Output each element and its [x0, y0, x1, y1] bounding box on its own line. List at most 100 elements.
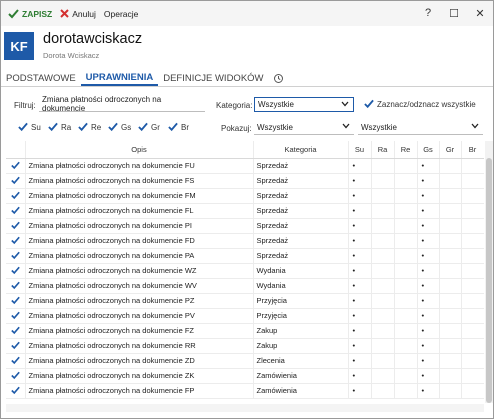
- table-row[interactable]: Zmiana płatności odroczonych na dokumenc…: [6, 368, 484, 384]
- cell-su[interactable]: •: [348, 368, 372, 384]
- row-checkbox[interactable]: [6, 263, 26, 279]
- cell-su[interactable]: •: [348, 203, 372, 219]
- table-row[interactable]: Zmiana płatności odroczonych na dokumenc…: [6, 188, 484, 204]
- cell-re[interactable]: [394, 278, 418, 294]
- cell-re[interactable]: [394, 308, 418, 324]
- row-checkbox[interactable]: [6, 158, 26, 174]
- cell-ra[interactable]: [371, 278, 395, 294]
- cell-su[interactable]: •: [348, 338, 372, 354]
- cell-gs[interactable]: •: [417, 248, 440, 264]
- history-icon[interactable]: [271, 70, 287, 86]
- cell-re[interactable]: [394, 248, 418, 264]
- cell-gr[interactable]: [439, 368, 462, 384]
- scroll-thumb[interactable]: [486, 158, 492, 403]
- cell-br[interactable]: [461, 248, 484, 264]
- table-row[interactable]: Zmiana płatności odroczonych na dokumenc…: [6, 278, 484, 294]
- cell-gs[interactable]: •: [417, 293, 440, 309]
- cell-re[interactable]: [394, 218, 418, 234]
- cell-gr[interactable]: [439, 218, 462, 234]
- row-checkbox[interactable]: [6, 218, 26, 234]
- row-checkbox[interactable]: [6, 323, 26, 339]
- column-header-gs[interactable]: Gs: [417, 141, 440, 159]
- table-row[interactable]: Zmiana płatności odroczonych na dokumenc…: [6, 263, 484, 279]
- column-header-re[interactable]: Re: [394, 141, 418, 159]
- cell-su[interactable]: •: [348, 308, 372, 324]
- cell-gr[interactable]: [439, 203, 462, 219]
- cell-su[interactable]: •: [348, 263, 372, 279]
- category-select[interactable]: Wszystkie: [254, 97, 354, 112]
- cell-re[interactable]: [394, 323, 418, 339]
- table-row[interactable]: Zmiana płatności odroczonych na dokumenc…: [6, 338, 484, 354]
- cell-re[interactable]: [394, 233, 418, 249]
- cell-ra[interactable]: [371, 308, 395, 324]
- cell-br[interactable]: [461, 203, 484, 219]
- cell-gs[interactable]: •: [417, 173, 440, 189]
- table-row[interactable]: Zmiana płatności odroczonych na dokumenc…: [6, 158, 484, 174]
- cell-gs[interactable]: •: [417, 218, 440, 234]
- vertical-scrollbar[interactable]: [485, 141, 493, 403]
- cell-br[interactable]: [461, 368, 484, 384]
- cell-gs[interactable]: •: [417, 368, 440, 384]
- cell-gs[interactable]: •: [417, 308, 440, 324]
- cell-gs[interactable]: •: [417, 158, 440, 174]
- cell-gs[interactable]: •: [417, 323, 440, 339]
- cell-gs[interactable]: •: [417, 278, 440, 294]
- cell-gs[interactable]: •: [417, 338, 440, 354]
- cell-su[interactable]: •: [348, 293, 372, 309]
- cell-gs[interactable]: •: [417, 203, 440, 219]
- cell-br[interactable]: [461, 293, 484, 309]
- column-header-su[interactable]: Su: [348, 141, 372, 159]
- show-select[interactable]: Wszystkie: [254, 120, 354, 135]
- cell-br[interactable]: [461, 158, 484, 174]
- row-checkbox[interactable]: [6, 173, 26, 189]
- cancel-button[interactable]: Anuluj: [56, 5, 100, 23]
- cell-ra[interactable]: [371, 188, 395, 204]
- cell-ra[interactable]: [371, 293, 395, 309]
- row-checkbox[interactable]: [6, 368, 26, 384]
- column-header-opis[interactable]: Opis: [25, 141, 254, 159]
- cell-br[interactable]: [461, 218, 484, 234]
- cell-su[interactable]: •: [348, 173, 372, 189]
- cell-re[interactable]: [394, 203, 418, 219]
- row-checkbox[interactable]: [6, 278, 26, 294]
- row-checkbox[interactable]: [6, 383, 26, 399]
- save-button[interactable]: ZAPISZ: [4, 5, 56, 23]
- cell-br[interactable]: [461, 263, 484, 279]
- close-window-button[interactable]: ✕: [473, 5, 487, 21]
- cell-ra[interactable]: [371, 323, 395, 339]
- maximize-button[interactable]: ☐: [447, 5, 461, 21]
- cell-gr[interactable]: [439, 383, 462, 399]
- flag-br-checkbox[interactable]: Br: [168, 122, 189, 132]
- cell-br[interactable]: [461, 383, 484, 399]
- cell-br[interactable]: [461, 308, 484, 324]
- tab-view-definitions[interactable]: DEFINICJE WIDOKÓW: [158, 70, 268, 86]
- flag-gs-checkbox[interactable]: Gs: [108, 122, 131, 132]
- tab-permissions[interactable]: UPRAWNIENIA: [80, 70, 159, 86]
- table-row[interactable]: Zmiana płatności odroczonych na dokumenc…: [6, 353, 484, 369]
- flag-gr-checkbox[interactable]: Gr: [138, 122, 160, 132]
- cell-ra[interactable]: [371, 203, 395, 219]
- row-checkbox[interactable]: [6, 203, 26, 219]
- table-row[interactable]: Zmiana płatności odroczonych na dokumenc…: [6, 218, 484, 234]
- table-row[interactable]: Zmiana płatności odroczonych na dokumenc…: [6, 383, 484, 399]
- cell-ra[interactable]: [371, 248, 395, 264]
- table-row[interactable]: Zmiana płatności odroczonych na dokumenc…: [6, 323, 484, 339]
- cell-re[interactable]: [394, 353, 418, 369]
- cell-gr[interactable]: [439, 308, 462, 324]
- cell-su[interactable]: •: [348, 248, 372, 264]
- cell-ra[interactable]: [371, 263, 395, 279]
- column-header-ra[interactable]: Ra: [371, 141, 395, 159]
- column-header-kategoria[interactable]: Kategoria: [253, 141, 349, 159]
- cell-br[interactable]: [461, 323, 484, 339]
- cell-ra[interactable]: [371, 338, 395, 354]
- cell-gr[interactable]: [439, 233, 462, 249]
- cell-re[interactable]: [394, 338, 418, 354]
- cell-re[interactable]: [394, 368, 418, 384]
- cell-br[interactable]: [461, 353, 484, 369]
- row-checkbox[interactable]: [6, 353, 26, 369]
- cell-gr[interactable]: [439, 353, 462, 369]
- cell-gr[interactable]: [439, 338, 462, 354]
- cell-ra[interactable]: [371, 218, 395, 234]
- cell-re[interactable]: [394, 383, 418, 399]
- cell-gs[interactable]: •: [417, 353, 440, 369]
